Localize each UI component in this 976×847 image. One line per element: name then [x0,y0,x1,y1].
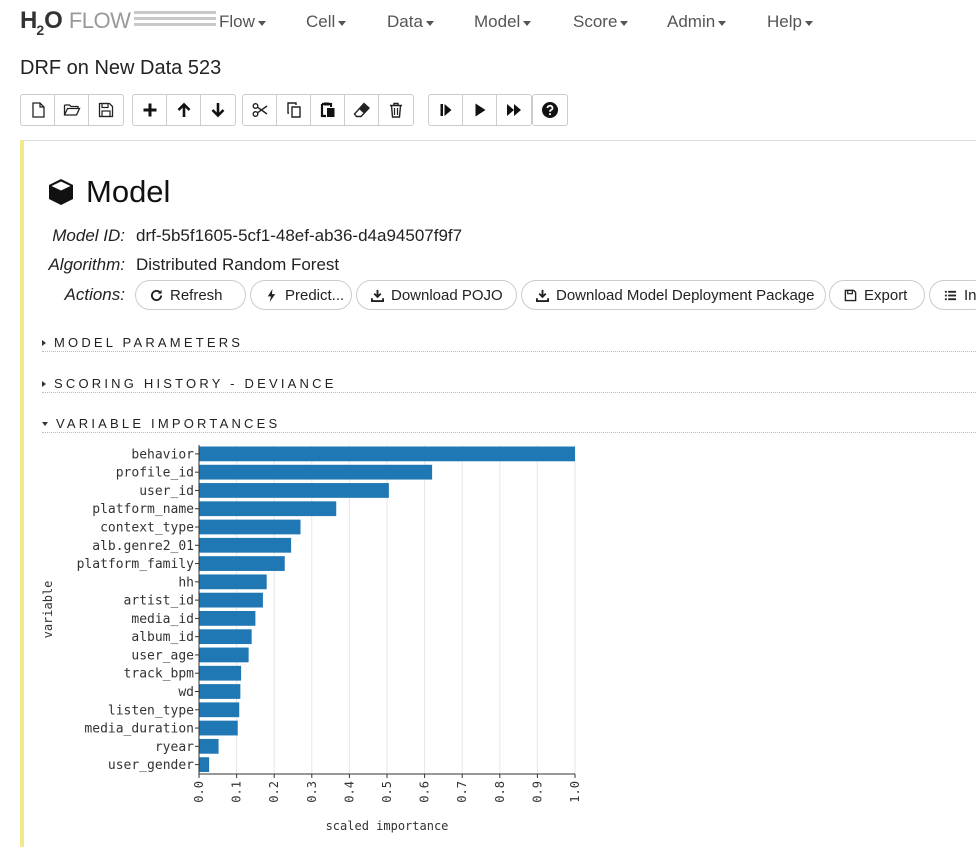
category-label: listen_type [108,703,194,718]
x-tick-label: 0.8 [493,781,507,803]
x-tick-label: 0.2 [267,781,281,803]
x-tick-label: 1.0 [568,781,582,803]
bar [199,519,301,535]
x-tick-label: 0.4 [342,781,356,803]
x-tick-label: 0.5 [380,781,394,803]
bar [199,574,267,590]
category-label: platform_name [92,502,194,517]
bar [199,537,292,553]
category-label: context_type [100,521,194,536]
category-label: hh [178,575,194,590]
category-label: alb.genre2_01 [92,539,194,554]
category-label: user_gender [108,758,194,773]
category-label: ryear [155,740,194,755]
x-tick-label: 0.1 [230,781,244,803]
bar [199,647,249,663]
x-axis-title: scaled importance [326,819,449,833]
x-tick-label: 0.0 [192,781,206,803]
bar [199,757,210,772]
bar [199,684,241,699]
category-label: user_id [139,484,194,499]
variable-importance-chart: behavior profile_id user_id platform_nameco… [41,445,582,833]
bar [199,629,252,645]
x-tick-label: 0.3 [305,781,319,803]
bar [199,483,389,498]
y-axis-title: variable [41,581,55,639]
x-tick-label: 0.9 [530,781,544,803]
category-label: media_id [131,612,194,627]
category-label: album_id [131,630,194,645]
category-label: track_bpm [124,667,195,682]
category-label: artist_id [124,594,194,609]
x-tick-label: 0.7 [455,781,469,803]
bar [199,702,240,718]
category-label: wd [178,685,194,700]
bar [199,592,263,608]
bar [199,556,285,571]
bar [199,665,242,681]
bar [199,738,219,754]
bar [199,501,337,517]
bar [199,720,238,736]
category-label: profile_id [116,466,194,481]
bar [199,611,256,626]
x-tick-label: 0.6 [418,781,432,803]
category-label: platform_family [77,557,195,572]
category-label: behavior [131,447,194,462]
bar [199,464,433,480]
category-label: user_age [131,648,194,663]
bar [199,446,575,462]
category-label: media_duration [84,722,194,737]
